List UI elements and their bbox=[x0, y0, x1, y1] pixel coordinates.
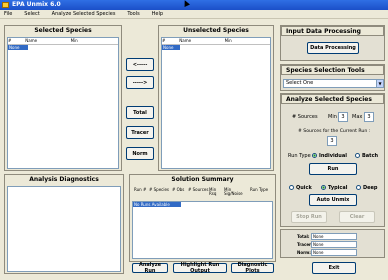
unselected-species-panel: Unselected Species # Name Min None bbox=[158, 25, 274, 171]
total-assignment: Total: None bbox=[297, 233, 357, 240]
min-label: Min bbox=[328, 114, 337, 120]
species-selection-tools-title: Species Selection Tools bbox=[281, 65, 384, 75]
unselected-species-list[interactable]: # Name Min None bbox=[161, 37, 271, 169]
menu-select[interactable]: Select bbox=[24, 10, 39, 19]
analysis-diagnostics-output[interactable] bbox=[7, 186, 121, 272]
species-selection-dropdown[interactable]: Select One ▼ bbox=[283, 79, 384, 88]
unselected-species-title: Unselected Species bbox=[183, 27, 249, 34]
num-sources-label: # Sources bbox=[292, 114, 318, 120]
solution-summary-list[interactable]: No Runs Available bbox=[132, 201, 273, 259]
radio-icon bbox=[289, 185, 294, 190]
col-run-num: Run # bbox=[134, 187, 147, 192]
menu-file[interactable]: File bbox=[4, 10, 12, 19]
menu-analyze[interactable]: Analyze Selected Species bbox=[52, 10, 116, 19]
norm-assignment-value: None bbox=[311, 249, 357, 256]
norm-assignment: Norm: None bbox=[297, 249, 357, 256]
batch-radio[interactable]: Batch bbox=[355, 152, 378, 159]
chevron-down-icon[interactable]: ▼ bbox=[376, 80, 383, 87]
col-species: # Species bbox=[149, 187, 170, 192]
run-button[interactable]: Run bbox=[309, 163, 357, 175]
deep-radio[interactable]: Deep bbox=[356, 184, 378, 191]
col-min: Min bbox=[224, 38, 232, 43]
total-assignment-value: None bbox=[311, 233, 357, 240]
list-item[interactable]: None bbox=[162, 45, 180, 50]
current-run-sources-label: # Sources for the Current Run : bbox=[298, 129, 371, 134]
individual-radio[interactable]: Individual bbox=[312, 152, 347, 159]
analyze-selected-species-title: Analyze Selected Species bbox=[281, 94, 384, 104]
run-type-label: Run Type bbox=[288, 153, 311, 159]
col-min-sig-noise: Min Sig/Noise bbox=[224, 187, 243, 196]
input-data-processing-title: Input Data Processing bbox=[281, 26, 384, 36]
col-obs: # Obs bbox=[172, 187, 185, 192]
move-left-button[interactable]: <----- bbox=[126, 58, 154, 71]
tracer-assignment-value: None bbox=[311, 241, 357, 248]
selected-species-header: # Name Min bbox=[8, 38, 118, 45]
solution-summary-title: Solution Summary bbox=[171, 176, 234, 183]
total-assignment-label: Total: bbox=[297, 234, 310, 239]
radio-selected-icon bbox=[321, 185, 326, 190]
radio-icon bbox=[356, 185, 361, 190]
selected-species-panel: Selected Species # Name Min None bbox=[4, 25, 122, 171]
quick-radio[interactable]: Quick bbox=[289, 184, 312, 191]
species-selection-value: Select One bbox=[286, 80, 314, 86]
tracer-assignment-label: Tracer: bbox=[297, 242, 313, 247]
tracer-assignment: Tracer:None bbox=[297, 241, 357, 248]
min-sources-field[interactable]: 3 bbox=[338, 112, 348, 122]
exit-button[interactable]: Exit bbox=[312, 262, 356, 274]
max-sources-field[interactable]: 3 bbox=[364, 112, 374, 122]
solution-summary-header: Run # # Species # Obs # Sources Min Rsq … bbox=[132, 186, 273, 201]
input-data-processing-section: Input Data Processing Data Processing bbox=[280, 25, 385, 61]
list-item[interactable]: None bbox=[8, 45, 28, 50]
data-processing-button[interactable]: Data Processing bbox=[307, 42, 359, 54]
col-num: # bbox=[8, 38, 12, 43]
col-run-type: Run Type bbox=[250, 187, 269, 192]
col-min: Min bbox=[70, 38, 78, 43]
typical-radio[interactable]: Typical bbox=[321, 184, 347, 191]
radio-selected-icon bbox=[312, 153, 317, 158]
table-row[interactable]: No Runs Available bbox=[133, 202, 181, 207]
selected-species-list[interactable]: # Name Min None bbox=[7, 37, 119, 169]
assignment-section: Total: None Tracer:None Norm: None bbox=[280, 229, 385, 258]
window-title: EPA Unmix 6.0 bbox=[12, 1, 61, 8]
col-name: Name bbox=[179, 38, 192, 43]
auto-unmix-button[interactable]: Auto Unmix bbox=[309, 194, 357, 206]
app-icon bbox=[2, 2, 9, 8]
current-run-sources-field[interactable]: 3 bbox=[327, 136, 337, 146]
max-label: Max bbox=[352, 114, 363, 120]
tracer-button[interactable]: Tracer bbox=[126, 126, 154, 139]
analyze-run-button[interactable]: Analyze Run bbox=[132, 262, 168, 274]
menu-help[interactable]: Help bbox=[152, 10, 163, 19]
radio-icon bbox=[355, 153, 360, 158]
norm-assignment-label: Norm: bbox=[297, 250, 311, 255]
col-sources: # Sources bbox=[188, 187, 209, 192]
solution-summary-panel: Solution Summary Run # # Species # Obs #… bbox=[129, 174, 276, 262]
menu-bar: File Select Analyze Selected Species Too… bbox=[0, 10, 388, 19]
title-bar: EPA Unmix 6.0 bbox=[0, 0, 388, 10]
col-name: Name bbox=[25, 38, 38, 43]
menu-tools[interactable]: Tools bbox=[127, 10, 139, 19]
analysis-diagnostics-panel: Analysis Diagnostics bbox=[4, 174, 124, 274]
highlight-run-output-button[interactable]: Highlight Run Output bbox=[173, 262, 227, 274]
unselected-species-header: # Name Min bbox=[162, 38, 270, 45]
diagnostic-plots-button[interactable]: Diagnostic Plots bbox=[231, 262, 274, 274]
col-min-rsq: Min Rsq bbox=[209, 187, 217, 196]
col-num: # bbox=[162, 38, 166, 43]
selected-species-title: Selected Species bbox=[34, 27, 92, 34]
norm-button[interactable]: Norm bbox=[126, 147, 154, 160]
move-right-button[interactable]: -----> bbox=[126, 76, 154, 89]
total-button[interactable]: Total bbox=[126, 106, 154, 119]
analysis-diagnostics-title: Analysis Diagnostics bbox=[29, 176, 99, 183]
analyze-selected-species-section: Analyze Selected Species # Sources Min 3… bbox=[280, 93, 385, 227]
stop-run-button[interactable]: Stop Run bbox=[291, 211, 327, 223]
species-selection-tools-section: Species Selection Tools Select One ▼ bbox=[280, 64, 385, 91]
clear-button[interactable]: Clear bbox=[339, 211, 375, 223]
